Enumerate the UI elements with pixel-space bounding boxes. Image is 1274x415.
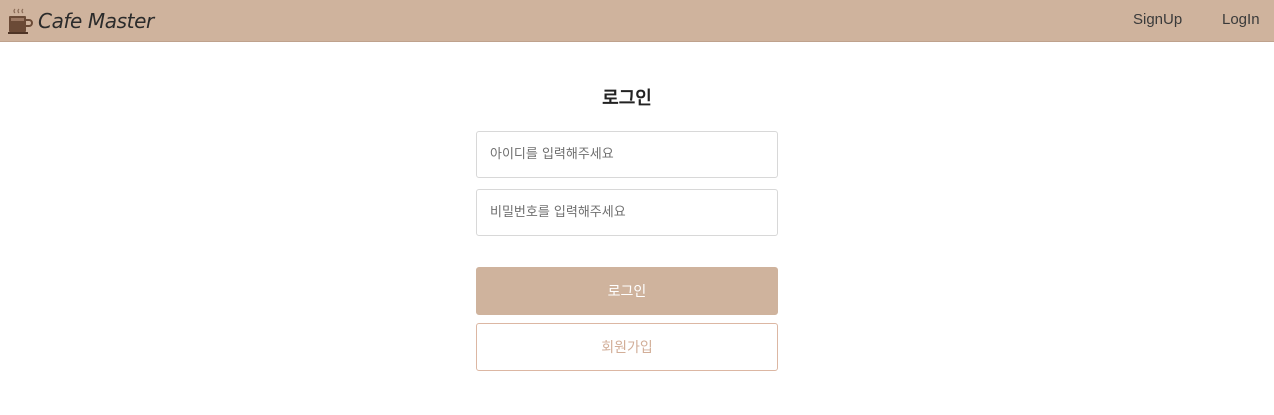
nav-signup-link[interactable]: SignUp [1133, 11, 1182, 28]
password-input[interactable] [476, 189, 778, 236]
page-title: 로그인 [602, 88, 652, 109]
brand[interactable]: Cafe Master [6, 6, 154, 36]
brand-name: Cafe Master [38, 9, 154, 33]
nav-login-link[interactable]: LogIn [1222, 11, 1260, 28]
coffee-cup-icon [8, 8, 33, 34]
id-input[interactable] [476, 131, 778, 178]
login-button[interactable]: 로그인 [476, 267, 778, 315]
top-navbar: Cafe Master SignUp LogIn [0, 0, 1274, 42]
signup-button[interactable]: 회원가입 [476, 323, 778, 371]
